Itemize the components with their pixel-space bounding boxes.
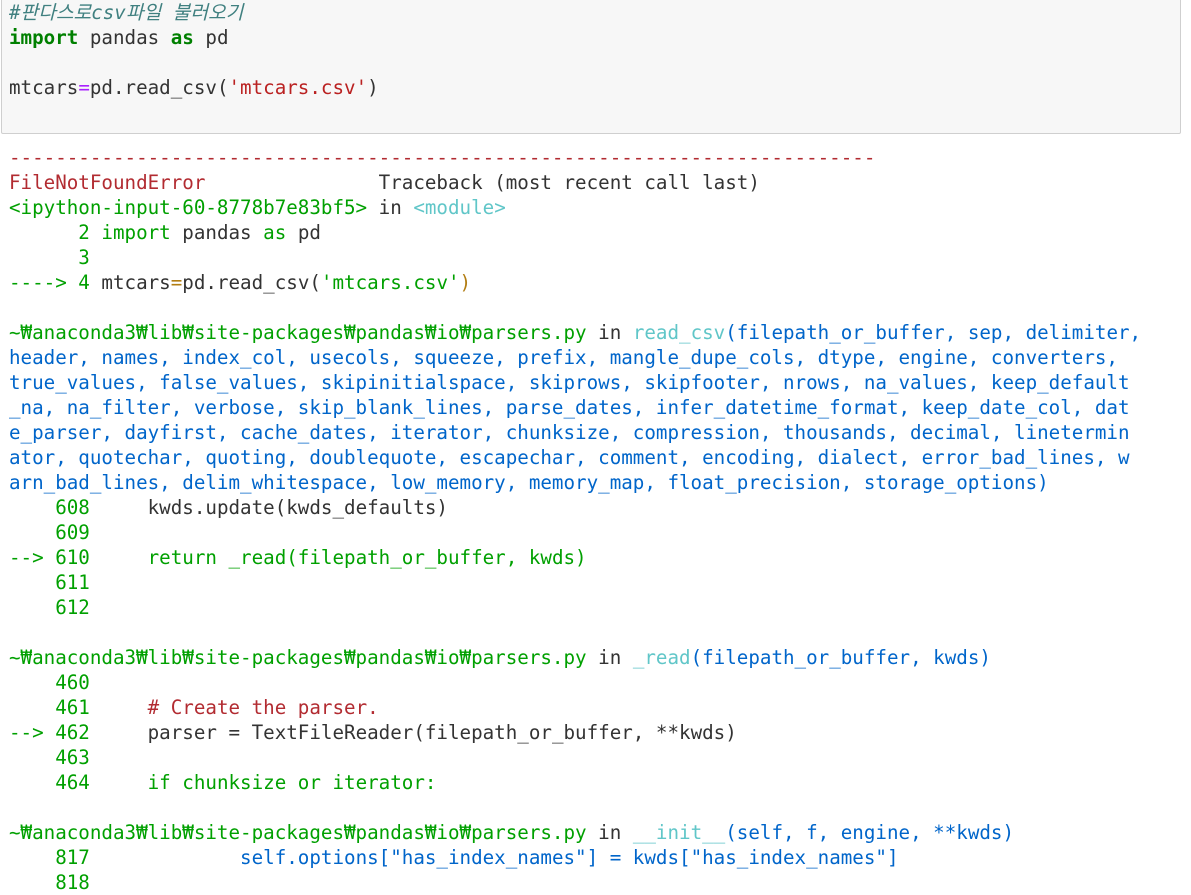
traceback-error-line: --> 610 return _read(filepath_or_buffer,… [9, 546, 587, 569]
traceback-signature-line: arn_bad_lines, delim_whitespace, low_mem… [9, 471, 1049, 494]
traceback-code-line: 460 [9, 671, 90, 694]
traceback-signature-line: header, names, index_col, usecols, squee… [9, 346, 1118, 369]
traceback-code-line: 818 [9, 871, 90, 894]
traceback-dashes: ----------------------------------------… [9, 146, 876, 169]
traceback-frame-path: ~₩anaconda3₩lib₩site-packages₩pandas₩io₩… [9, 646, 991, 669]
traceback-code-line: 817 self.options["has_index_names"] = kw… [9, 846, 899, 869]
traceback-frame-path: ~₩anaconda3₩lib₩site-packages₩pandas₩io₩… [9, 321, 1142, 344]
traceback-code-line: 461 # Create the parser. [9, 696, 379, 719]
code-comment: #판다스로csv파일 불러오기 [9, 1, 244, 24]
traceback-error-line: --> 462 parser = TextFileReader(filepath… [9, 721, 737, 744]
traceback-code-line: 464 if chunksize or iterator: [9, 771, 437, 794]
traceback-code-line: 612 [9, 596, 90, 619]
traceback-code-line: 3 [9, 246, 90, 269]
code-line-read-csv: mtcars=pd.read_csv('mtcars.csv') [9, 76, 379, 99]
traceback-code-line: 609 [9, 521, 90, 544]
traceback-code-line: 611 [9, 571, 90, 594]
traceback-signature-line: _na, na_filter, verbose, skip_blank_line… [9, 396, 1130, 419]
traceback-code-line: 2 import pandas as pd [9, 221, 321, 244]
traceback-signature-line: true_values, false_values, skipinitialsp… [9, 371, 1130, 394]
code-line-import: import pandas as pd [9, 26, 229, 49]
traceback-frame-path: ~₩anaconda3₩lib₩site-packages₩pandas₩io₩… [9, 821, 1015, 844]
traceback-code-line: 608 kwds.update(kwds_defaults) [9, 496, 448, 519]
traceback-code-line: 463 [9, 746, 90, 769]
traceback-error-line: ----> 4 mtcars=pd.read_csv('mtcars.csv') [9, 271, 472, 294]
traceback-input-location: <ipython-input-60-8778b7e83bf5> in <modu… [9, 196, 506, 219]
traceback-signature-line: e_parser, dayfirst, cache_dates, iterato… [9, 421, 1130, 444]
traceback-header: FileNotFoundError Traceback (most recent… [9, 171, 760, 194]
traceback-signature-line: ator, quotechar, quoting, doublequote, e… [9, 446, 1130, 469]
